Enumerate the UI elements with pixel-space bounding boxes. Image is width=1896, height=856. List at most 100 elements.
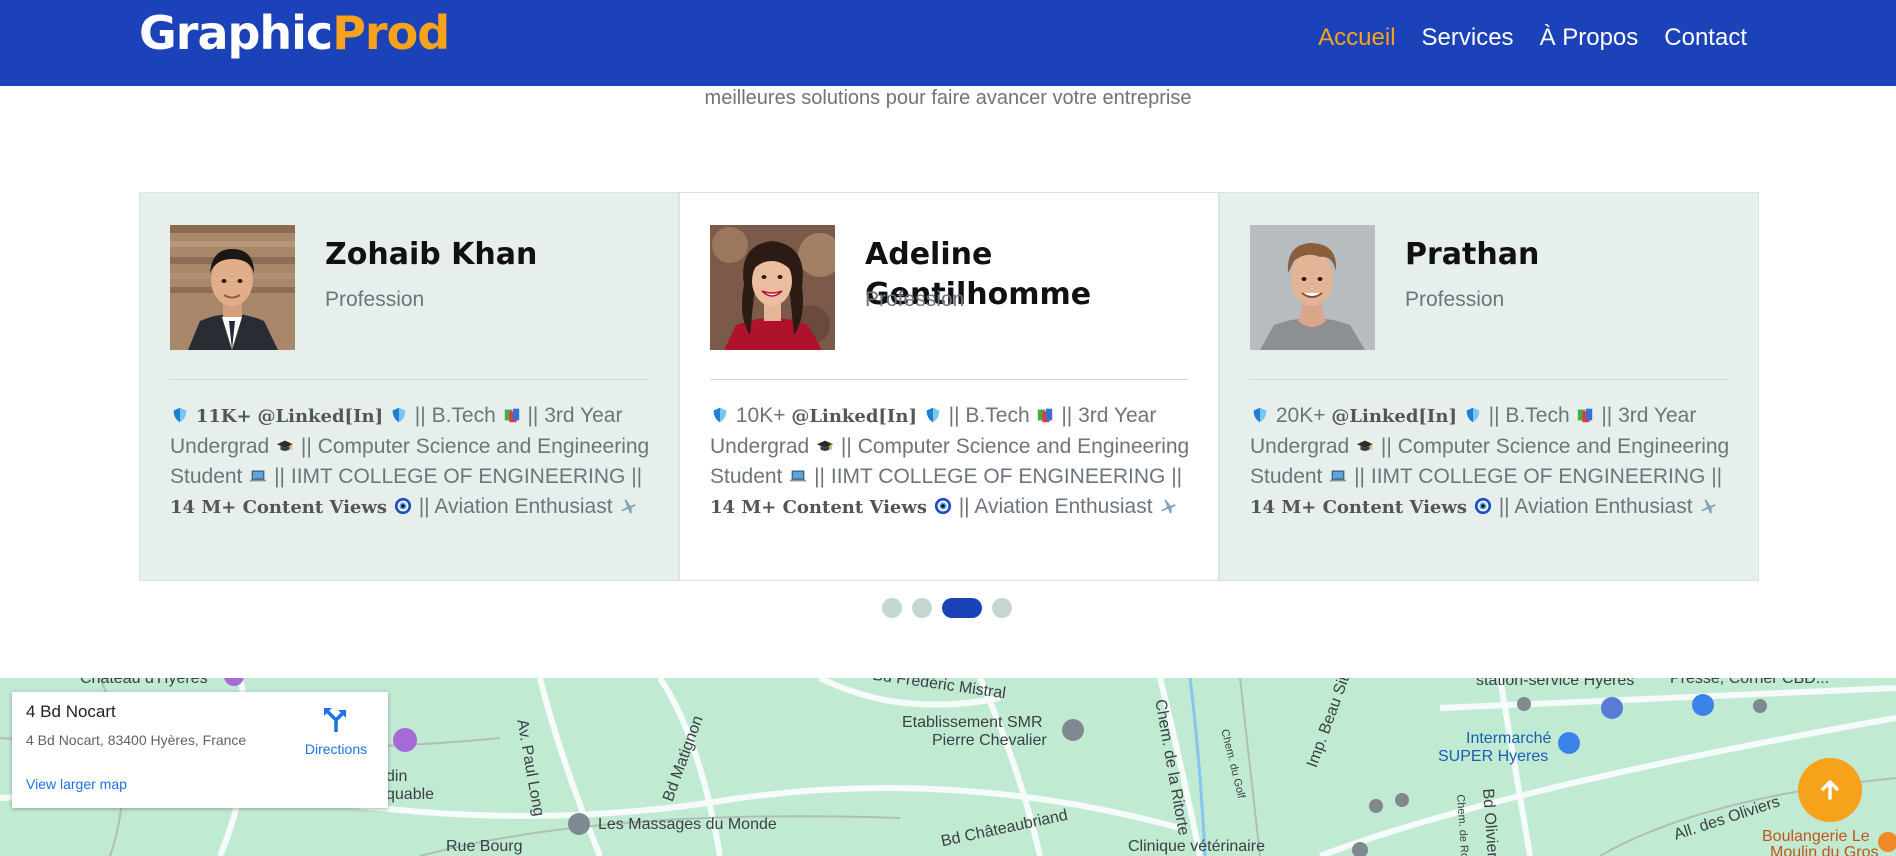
nazar-icon — [394, 497, 411, 515]
map-label: Clinique vétérinaire — [1128, 838, 1265, 855]
brand-part-2: Prod — [332, 6, 450, 60]
view-larger-map-link[interactable]: View larger map — [26, 776, 127, 792]
followers-count: 20K+ — [1275, 404, 1326, 427]
separator: || — [1380, 435, 1392, 458]
books-icon — [1578, 408, 1593, 423]
separator: || — [631, 465, 643, 488]
separator: || — [418, 495, 430, 518]
map-label: din — [386, 768, 408, 785]
directions-button[interactable]: Directions — [296, 706, 376, 757]
laptop-icon — [1330, 470, 1347, 482]
separator: || — [840, 435, 852, 458]
separator: || — [1601, 404, 1613, 427]
map-label: Etablissement SMR — [902, 714, 1043, 731]
testimonial-bio: 20K+ @Linked[In] || B.Tech || 3rd Year U… — [1250, 401, 1733, 523]
carousel-dots — [882, 598, 1012, 618]
testimonial-profession: Profession — [325, 288, 425, 311]
graduation-cap-icon — [816, 440, 834, 451]
college-text: IIMT COLLEGE OF ENGINEERING — [830, 465, 1166, 488]
linkedin-handle: @Linked[In] — [791, 406, 917, 427]
separator: || — [274, 465, 286, 488]
shield-icon — [926, 407, 940, 423]
shield-icon — [1253, 407, 1267, 423]
content-views: 14 M+ Content Views — [1250, 497, 1468, 518]
linkedin-handle: @Linked[In] — [1331, 406, 1457, 427]
testimonial-profession: Profession — [1405, 288, 1505, 311]
map-label: Presse, Corner CBD... — [1670, 678, 1830, 687]
separator: || — [1354, 465, 1366, 488]
separator: || — [948, 404, 960, 427]
college-text: IIMT COLLEGE OF ENGINEERING — [1370, 465, 1706, 488]
map-label: Château d'Hyères — [80, 678, 208, 687]
separator: || — [814, 465, 826, 488]
card-divider — [710, 379, 1188, 380]
google-map[interactable]: Château d'Hyères Bd Frédéric Mistral sta… — [0, 678, 1896, 856]
nav-link-a-propos[interactable]: À Propos — [1540, 22, 1639, 54]
testimonial-card: Adeline Gentilhomme Profession 10K+ @Lin… — [679, 192, 1219, 581]
testimonial-bio: 10K+ @Linked[In] || B.Tech || 3rd Year U… — [710, 401, 1193, 523]
carousel-dot-active[interactable] — [942, 598, 982, 618]
card-divider — [170, 379, 648, 380]
shield-icon — [392, 407, 406, 423]
nav-link-contact[interactable]: Contact — [1664, 22, 1747, 54]
laptop-icon — [250, 470, 267, 482]
map-label: Rue Bourg — [446, 838, 523, 855]
airplane-icon — [1161, 499, 1176, 514]
carousel-dot[interactable] — [992, 598, 1012, 618]
testimonial-name: Prathan — [1405, 237, 1540, 272]
books-icon — [1038, 408, 1053, 423]
navbar: GraphicProd Accueil Services À Propos Co… — [0, 0, 1896, 86]
interest-text: Aviation Enthusiast — [974, 495, 1153, 518]
shield-icon — [713, 407, 727, 423]
graduation-cap-icon — [276, 440, 294, 451]
nazar-icon — [1474, 497, 1491, 515]
avatar — [1250, 225, 1375, 350]
avatar — [170, 225, 295, 350]
interest-text: Aviation Enthusiast — [1514, 495, 1693, 518]
directions-label: Directions — [304, 741, 368, 757]
interest-text: Aviation Enthusiast — [434, 495, 613, 518]
separator: || — [958, 495, 970, 518]
map-label: quable — [386, 786, 435, 803]
books-icon — [504, 408, 519, 423]
carousel-dot[interactable] — [882, 598, 902, 618]
card-divider — [1250, 379, 1728, 380]
separator: || — [1171, 465, 1183, 488]
nazar-icon — [934, 497, 951, 515]
separator: || — [414, 404, 426, 427]
map-label: Moulin du Gros — [1770, 844, 1879, 856]
brand-logo[interactable]: GraphicProd — [139, 4, 450, 62]
directions-icon — [324, 708, 346, 732]
content-views: 14 M+ Content Views — [710, 497, 928, 518]
education-text: B.Tech — [431, 404, 496, 427]
carousel-dot[interactable] — [912, 598, 932, 618]
education-text: B.Tech — [1505, 404, 1570, 427]
nav-link-accueil[interactable]: Accueil — [1318, 22, 1395, 54]
map-label: Intermarché — [1466, 730, 1552, 747]
scroll-top-button[interactable] — [1798, 758, 1862, 822]
section-subtitle: meilleures solutions pour faire avancer … — [704, 87, 1192, 109]
arrow-up-icon — [1821, 780, 1839, 800]
nav-link-services[interactable]: Services — [1422, 22, 1514, 54]
place-address: 4 Bd Nocart, 83400 Hyères, France — [26, 732, 247, 748]
nav-links: Accueil Services À Propos Contact — [1318, 22, 1747, 54]
college-text: IIMT COLLEGE OF ENGINEERING — [290, 465, 626, 488]
place-title: 4 Bd Nocart — [26, 702, 116, 721]
followers-count: 10K+ — [735, 404, 786, 427]
map-label: station-service Hyeres — [1476, 678, 1635, 689]
shield-icon — [173, 407, 187, 423]
map-label: Les Massages du Monde — [598, 816, 777, 833]
map-place-card: 4 Bd Nocart 4 Bd Nocart, 83400 Hyères, F… — [12, 692, 388, 808]
education-text: B.Tech — [965, 404, 1030, 427]
avatar — [710, 225, 835, 350]
separator: || — [1061, 404, 1073, 427]
testimonial-name: Zohaib Khan — [325, 237, 538, 272]
testimonial-carousel: Zohaib Khan Profession 11K+ @Linked[In] … — [139, 192, 1759, 581]
testimonial-card: Zohaib Khan Profession 11K+ @Linked[In] … — [139, 192, 679, 581]
separator: || — [1488, 404, 1500, 427]
brand-part-1: Graphic — [139, 6, 333, 60]
testimonial-card: Prathan Profession 20K+ @Linked[In] || B… — [1219, 192, 1759, 581]
shield-icon — [1466, 407, 1480, 423]
map-label: SUPER Hyeres — [1438, 748, 1549, 765]
laptop-icon — [790, 470, 807, 482]
